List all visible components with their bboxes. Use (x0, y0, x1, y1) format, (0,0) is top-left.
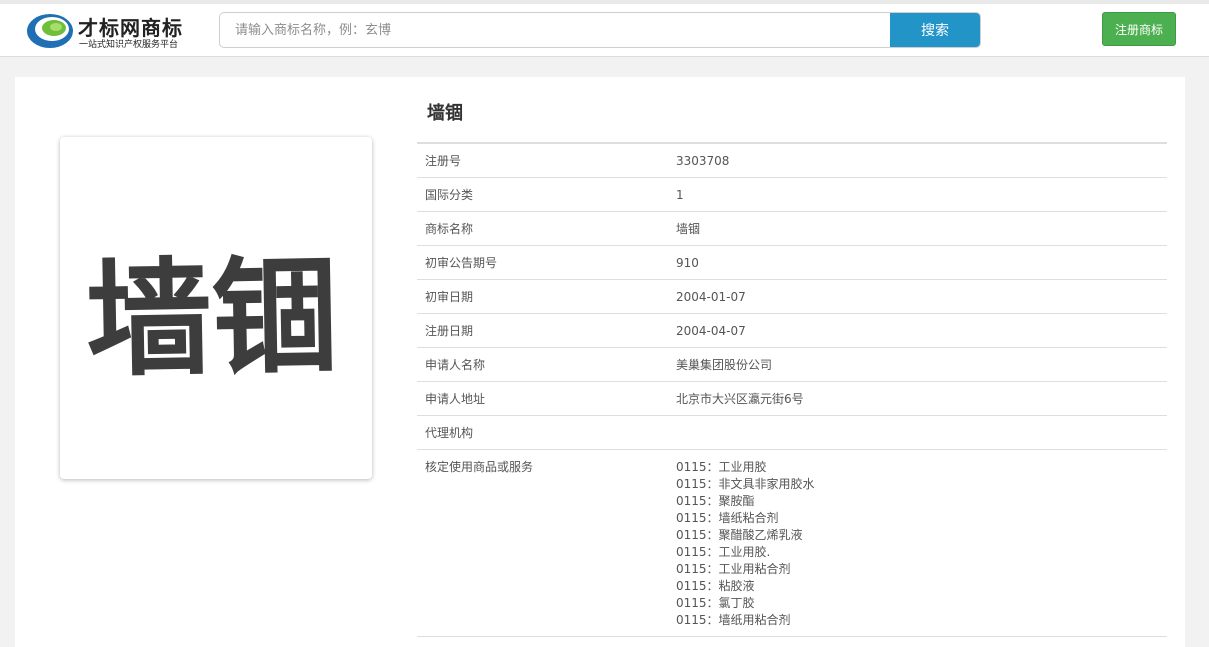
field-label: 初审公告期号 (425, 256, 498, 270)
table-row: 商标名称 墙锢 (417, 212, 1167, 246)
table-row: 初审日期 2004-01-07 (417, 280, 1167, 314)
field-value (676, 416, 1167, 449)
table-row: 注册日期 2004-04-07 (417, 314, 1167, 348)
service-item: 0115：非文具非家用胶水 (676, 477, 815, 491)
logo-icon (27, 14, 73, 48)
search-button[interactable]: 搜索 (890, 13, 980, 47)
service-item: 0115：工业用胶 (676, 460, 767, 474)
service-item: 0115：聚醋酸乙烯乳液 (676, 528, 803, 542)
field-label: 核定使用商品或服务 (425, 460, 534, 474)
service-item: 0115：聚胺酯 (676, 494, 755, 508)
field-value: 1 (676, 188, 684, 202)
trademark-image-graphic: 墙锢 (85, 243, 340, 394)
table-row: 申请人名称 美巢集团股份公司 (417, 348, 1167, 382)
service-item: 0115：工业用胶. (676, 545, 771, 559)
site-header: 才标网商标 一站式知识产权服务平台 搜索 注册商标 (0, 4, 1209, 57)
table-row-services: 核定使用商品或服务 0115：工业用胶 0115：非文具非家用胶水 0115：聚… (417, 450, 1167, 637)
field-label: 代理机构 (425, 426, 474, 440)
trademark-info-table: 注册号 3303708 国际分类 1 商标名称 墙锢 初审公告期号 910 初审… (417, 142, 1167, 637)
service-item: 0115：工业用粘合剂 (676, 562, 791, 576)
table-row: 初审公告期号 910 (417, 246, 1167, 280)
site-logo[interactable]: 才标网商标 一站式知识产权服务平台 (26, 10, 196, 52)
trademark-title: 墙锢 (427, 103, 463, 124)
table-row: 申请人地址 北京市大兴区瀛元街6号 (417, 382, 1167, 416)
service-item: 0115：粘胶液 (676, 579, 755, 593)
services-list: 0115：工业用胶 0115：非文具非家用胶水 0115：聚胺酯 0115：墙纸… (676, 450, 1167, 636)
register-trademark-button[interactable]: 注册商标 (1102, 12, 1176, 46)
field-label: 国际分类 (425, 188, 474, 202)
field-value: 墙锢 (676, 222, 701, 236)
search-input[interactable] (220, 13, 892, 47)
search-bar: 搜索 (219, 12, 981, 48)
service-item: 0115：氯丁胶 (676, 596, 755, 610)
service-item: 0115：墙纸用粘合剂 (676, 613, 791, 627)
trademark-detail-card: 墙锢 墙锢 注册号 3303708 国际分类 1 商标名称 墙锢 初审公告期号 … (15, 77, 1185, 647)
table-row: 注册号 3303708 (417, 144, 1167, 178)
table-row: 代理机构 (417, 416, 1167, 450)
trademark-image: 墙锢 (60, 137, 372, 479)
field-value: 3303708 (676, 154, 730, 168)
logo-subtitle: 一站式知识产权服务平台 (79, 40, 179, 50)
field-label: 注册日期 (425, 324, 474, 338)
field-value: 910 (676, 256, 699, 270)
field-value: 北京市大兴区瀛元街6号 (676, 392, 804, 406)
field-label: 商标名称 (425, 222, 474, 236)
field-value: 2004-01-07 (676, 290, 746, 304)
field-label: 注册号 (425, 154, 462, 168)
trademark-image-text: 墙锢 (85, 243, 340, 394)
field-label: 申请人名称 (425, 358, 486, 372)
field-value: 美巢集团股份公司 (676, 358, 773, 372)
service-item: 0115：墙纸粘合剂 (676, 511, 779, 525)
field-label: 申请人地址 (425, 392, 486, 406)
field-label: 初审日期 (425, 290, 474, 304)
table-row: 国际分类 1 (417, 178, 1167, 212)
field-value: 2004-04-07 (676, 324, 746, 338)
